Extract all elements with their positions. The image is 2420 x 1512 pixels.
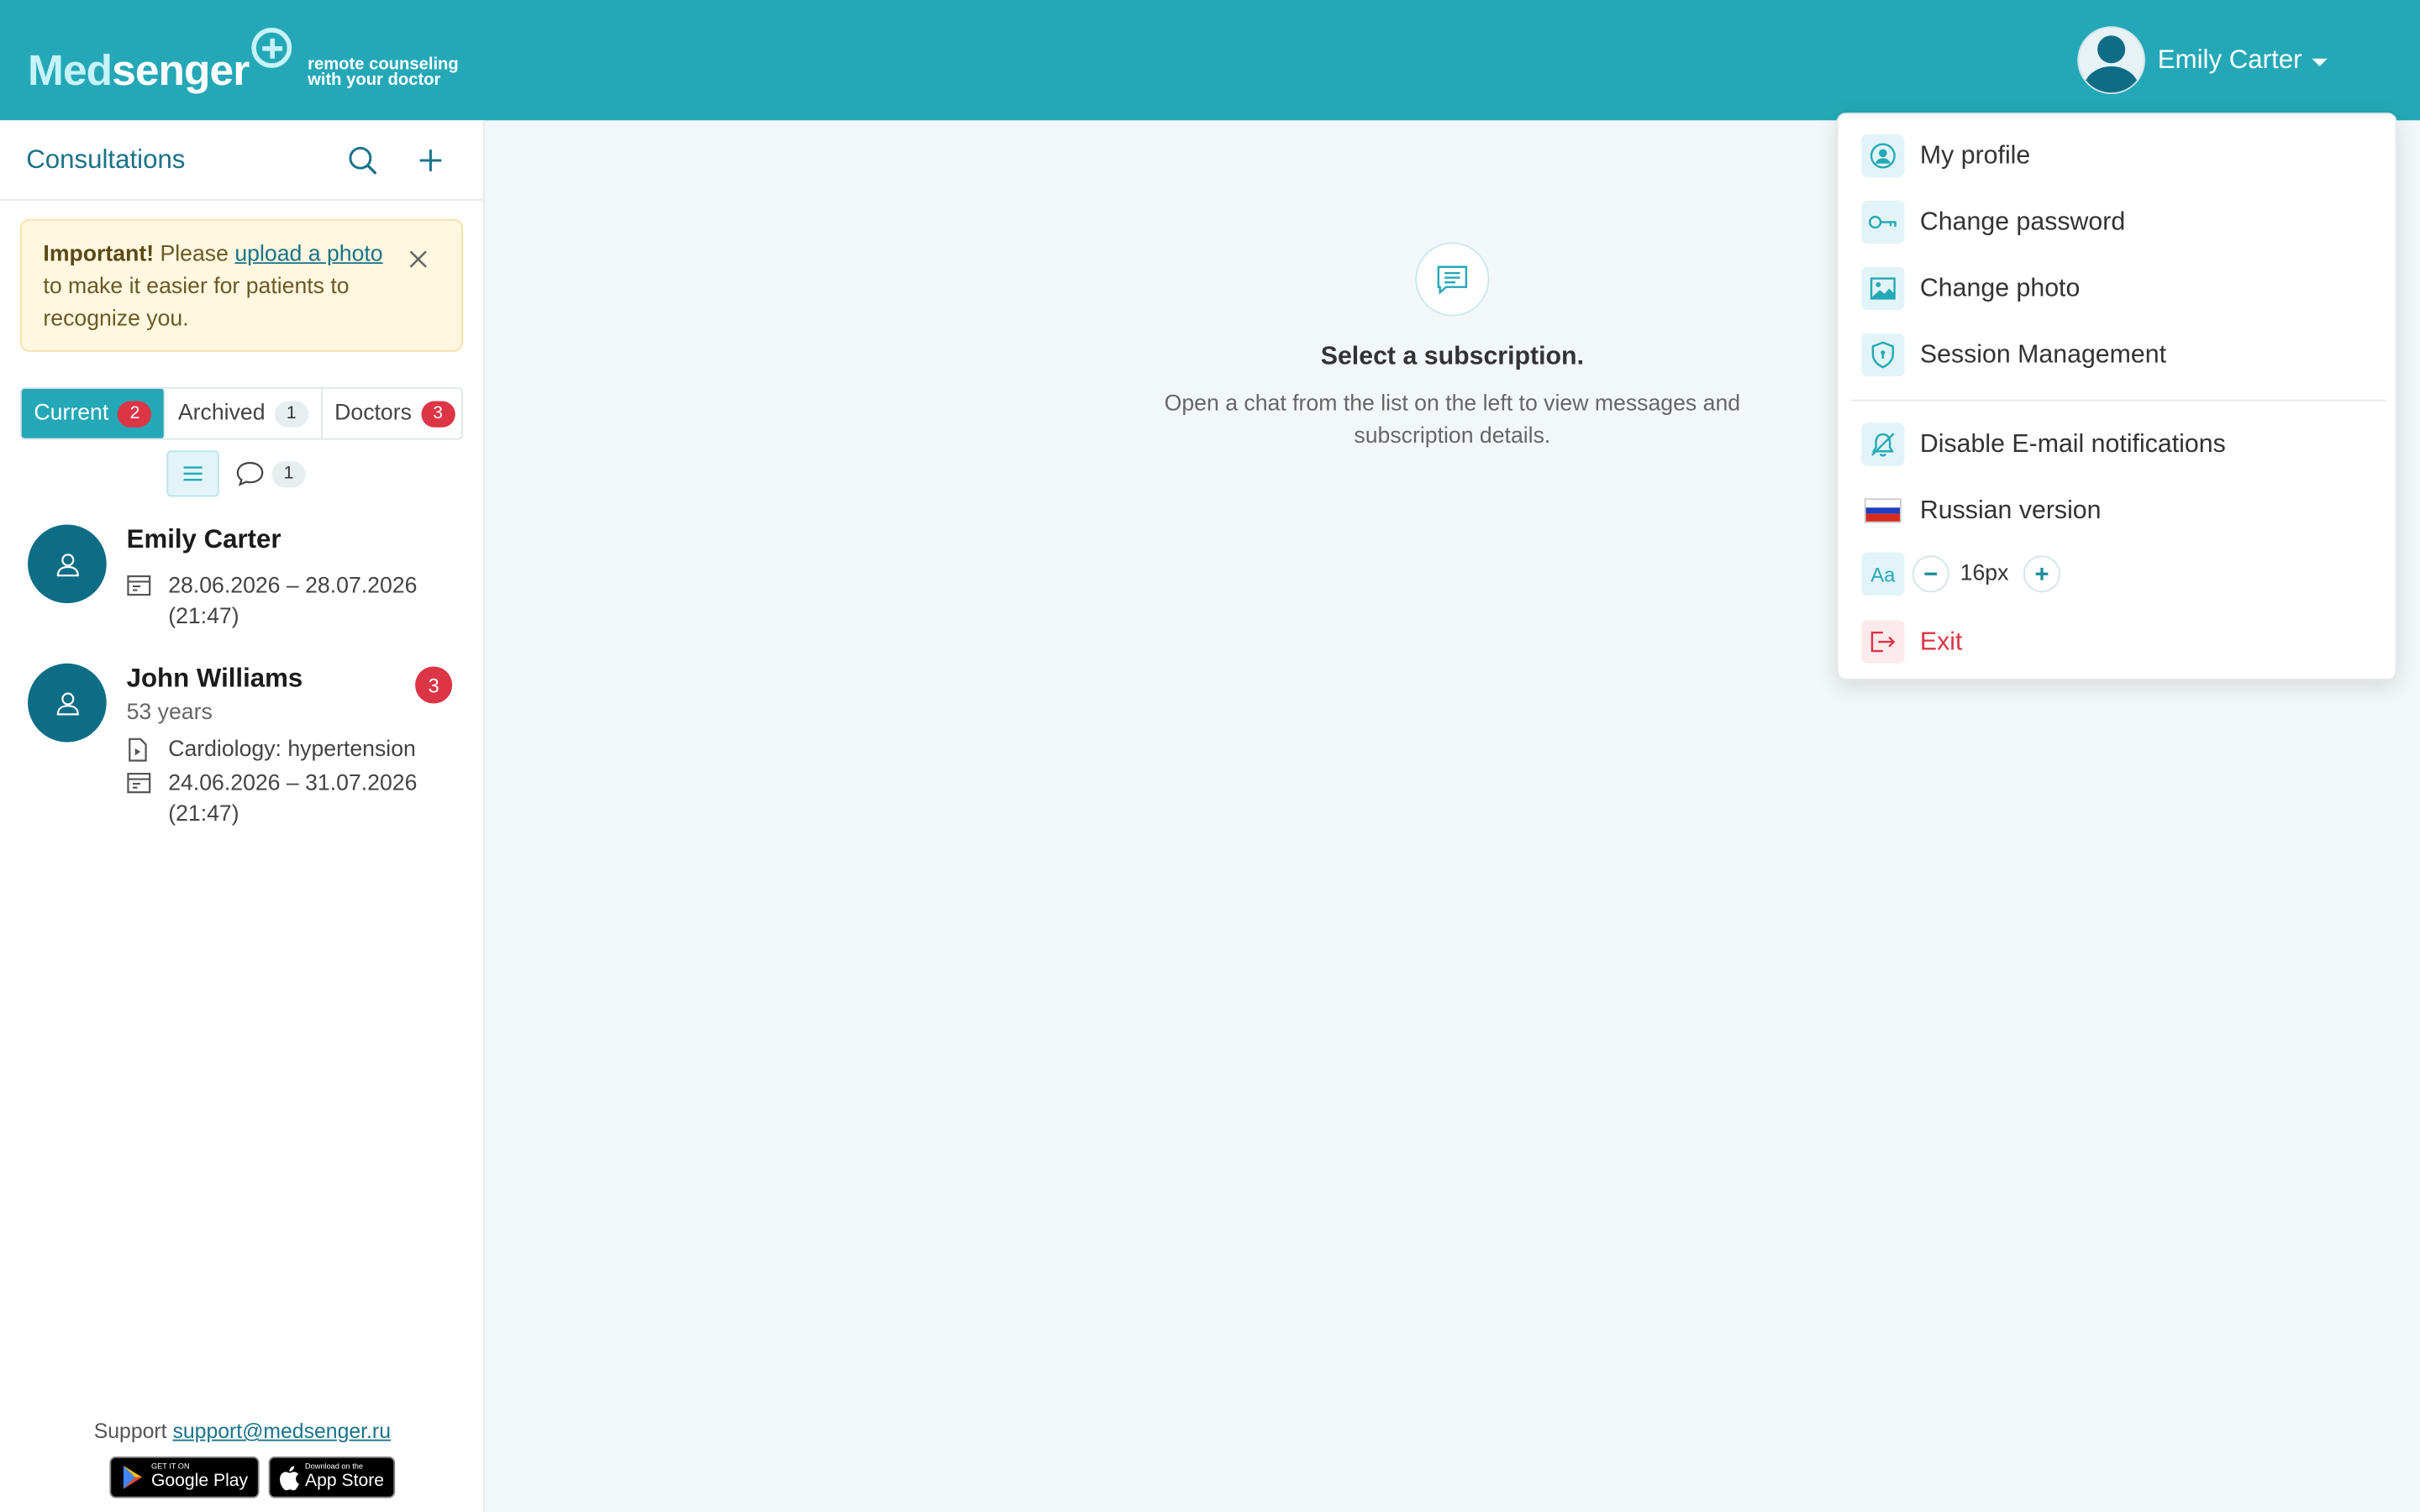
menu-item-change-password[interactable]: Change password	[1861, 196, 2378, 248]
minus-icon	[1924, 572, 1938, 575]
font-size-value: 16px	[1960, 561, 2009, 586]
tab-label: Current	[34, 401, 109, 426]
chat-bubble-icon	[236, 461, 264, 486]
list-filter-row: 1	[166, 450, 306, 497]
user-avatar-icon	[2077, 26, 2146, 95]
menu-item-disable-email-notifications[interactable]: Disable E-mail notifications	[1861, 418, 2378, 470]
menu-item-session-management[interactable]: Session Management	[1861, 328, 2378, 381]
user-name: Emily Carter	[2157, 45, 2302, 75]
image-icon	[1861, 266, 1905, 311]
menu-item-label: Change photo	[1919, 274, 2081, 302]
sidebar: Consultations Important! Please upload a…	[0, 120, 485, 1512]
list-view-filter[interactable]	[166, 450, 219, 497]
support-email-link[interactable]: support@medsenger.ru	[172, 1420, 391, 1443]
unread-messages-badge: 3	[415, 666, 453, 704]
menu-item-label: Russian version	[1919, 496, 2102, 524]
tab-label: Doctors	[334, 401, 412, 426]
plus-icon	[2036, 567, 2049, 580]
tab-count-badge: 2	[118, 400, 152, 427]
menu-item-label: Disable E-mail notifications	[1919, 429, 2226, 458]
photo-upload-notice: Important! Please upload a photo to make…	[19, 218, 464, 352]
bell-off-icon	[1861, 423, 1905, 466]
google-play-badge[interactable]: GET IT ON Google Play	[109, 1456, 259, 1499]
tab-archived[interactable]: Archived 1	[166, 388, 323, 438]
menu-item-label: Change password	[1919, 207, 2126, 236]
font-size-icon: Aa	[1861, 552, 1905, 596]
close-icon[interactable]	[408, 249, 429, 270]
unread-count-badge: 1	[271, 460, 306, 487]
google-play-icon	[123, 1465, 142, 1489]
message-icon	[1415, 242, 1490, 317]
logo-wordmark: Medsenger	[28, 46, 250, 95]
sidebar-title: Consultations	[26, 144, 186, 175]
search-icon[interactable]	[345, 144, 379, 177]
russian-flag-icon	[1861, 489, 1904, 532]
upload-photo-link[interactable]: upload a photo	[234, 242, 382, 266]
calendar-icon	[127, 769, 155, 830]
font-size-control: Aa 16px	[1861, 552, 2061, 596]
app-store-badge[interactable]: Download on the App Store	[267, 1456, 395, 1499]
menu-item-my-profile[interactable]: My profile	[1861, 129, 2378, 181]
menu-item-russian-version[interactable]: Russian version	[1861, 485, 2378, 537]
document-play-icon	[127, 734, 155, 771]
patient-avatar-icon	[28, 524, 107, 604]
medsenger-logo[interactable]: Medsenger remote counseling with your do…	[28, 28, 459, 92]
user-menu-button[interactable]: Emily Carter	[2077, 26, 2327, 95]
list-icon	[183, 466, 203, 481]
logout-icon	[1861, 620, 1905, 664]
menu-item-exit[interactable]: Exit	[1861, 616, 2378, 668]
font-increase-button[interactable]	[2023, 555, 2061, 593]
apple-icon	[279, 1465, 299, 1490]
consultation-tabs: Current 2 Archived 1 Doctors 3	[19, 387, 464, 440]
menu-item-change-photo[interactable]: Change photo	[1861, 262, 2378, 314]
caret-down-icon	[2311, 57, 2327, 66]
font-decrease-button[interactable]	[1912, 555, 1949, 593]
logo-plus-icon	[251, 28, 292, 68]
patient-name: Emily Carter	[126, 524, 281, 554]
top-header: Medsenger remote counseling with your do…	[0, 0, 2420, 121]
tab-doctors[interactable]: Doctors 3	[322, 389, 467, 438]
add-icon[interactable]	[413, 144, 447, 177]
tab-count-badge: 1	[274, 400, 308, 427]
patient-name: John Williams	[126, 663, 303, 693]
menu-divider	[1850, 399, 2386, 402]
logo-tagline: remote counseling with your doctor	[308, 55, 459, 90]
tab-label: Archived	[177, 401, 266, 426]
unread-chat-filter[interactable]: 1	[234, 459, 306, 487]
user-circle-icon	[1861, 134, 1905, 178]
patient-item[interactable]: John Williams 3 53 years Cardiology: hyp…	[28, 663, 460, 833]
menu-item-label: Session Management	[1919, 340, 2167, 369]
app-store-badges: GET IT ON Google Play Download on the App …	[109, 1456, 403, 1499]
calendar-icon	[127, 571, 155, 633]
shield-icon	[1861, 333, 1905, 377]
menu-item-label: My profile	[1919, 141, 2031, 170]
sidebar-header: Consultations	[0, 120, 483, 201]
patient-item[interactable]: Emily Carter 28.06.2026 – 28.07.2026 (21:…	[28, 524, 460, 633]
subscription-period: 28.06.2026 – 28.07.2026 (21:47)	[127, 571, 417, 633]
patient-age: 53 years	[126, 700, 213, 726]
menu-item-label: Exit	[1919, 627, 1963, 655]
empty-state-text: Open a chat from the list on the left to…	[1164, 391, 1741, 449]
patient-avatar-icon	[28, 663, 107, 743]
user-dropdown-menu: My profile Change password Change photo …	[1836, 113, 2397, 681]
subscription-period: 24.06.2026 – 31.07.2026 (21:47)	[127, 769, 417, 830]
tab-current[interactable]: Current 2	[21, 388, 166, 438]
patient-program: Cardiology: hypertension	[127, 734, 416, 771]
key-icon	[1861, 200, 1905, 244]
support-line: Support support@medsenger.ru	[93, 1419, 392, 1443]
tab-count-badge: 3	[420, 400, 455, 427]
